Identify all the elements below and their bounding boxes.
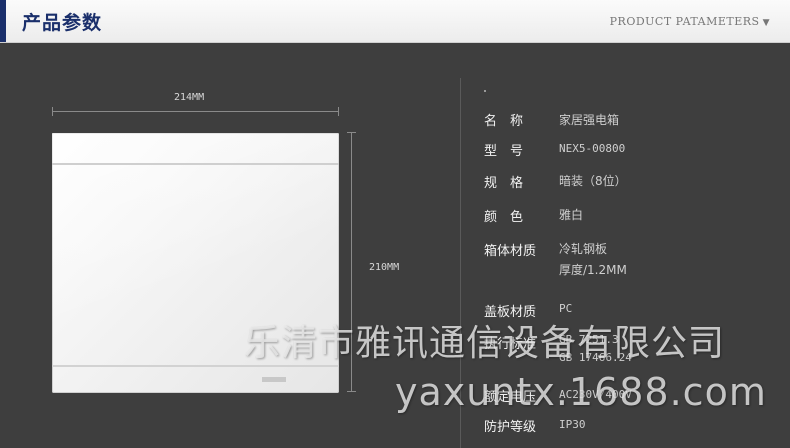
header-accent-bar [0, 0, 6, 42]
spec-value-body-material: 冷轧钢板 [559, 242, 608, 256]
product-logo-plate [262, 377, 286, 382]
spec-value-size: 暗装（8位） [559, 174, 627, 188]
spec-label-color: 颜 色 [484, 210, 524, 225]
section-subtitle: PRODUCT PATAMETERS ▼ [610, 15, 770, 28]
spec-value-name: 家居强电箱 [559, 113, 620, 127]
width-dimension-label: 214MM [174, 92, 205, 103]
spec-label-body-material: 箱体材质 [484, 244, 537, 259]
spec-label-name: 名 称 [484, 114, 524, 129]
dimension-tick [52, 107, 53, 116]
spec-value-color: 雅白 [559, 208, 584, 222]
dimension-tick [347, 132, 356, 133]
section-title: 产品参数 [22, 12, 103, 34]
triangle-down-icon: ▼ [762, 18, 770, 28]
height-dimension-label: 210MM [369, 262, 400, 273]
watermark-site: yaxuntx.1688.com [395, 370, 767, 414]
spec-value-model: NEX5-00800 [559, 142, 626, 155]
spec-label-protection: 防护等级 [484, 420, 537, 435]
spec-label-size: 规 格 [484, 176, 524, 191]
watermark-company: 乐清市雅讯通信设备有限公司 [244, 323, 726, 364]
product-top-seam [52, 163, 339, 165]
dot-marker [484, 90, 486, 92]
spec-label-model: 型 号 [484, 144, 524, 159]
width-dimension-line [52, 107, 339, 116]
section-subtitle-text: PRODUCT PATAMETERS [609, 15, 760, 28]
spec-value-thickness: 厚度/1.2MM [559, 263, 627, 277]
dimension-tick [338, 107, 339, 116]
section-header: 产品参数 PRODUCT PATAMETERS ▼ [0, 0, 790, 43]
dimension-tick [347, 391, 356, 392]
spec-value-protection: IP30 [559, 418, 586, 431]
